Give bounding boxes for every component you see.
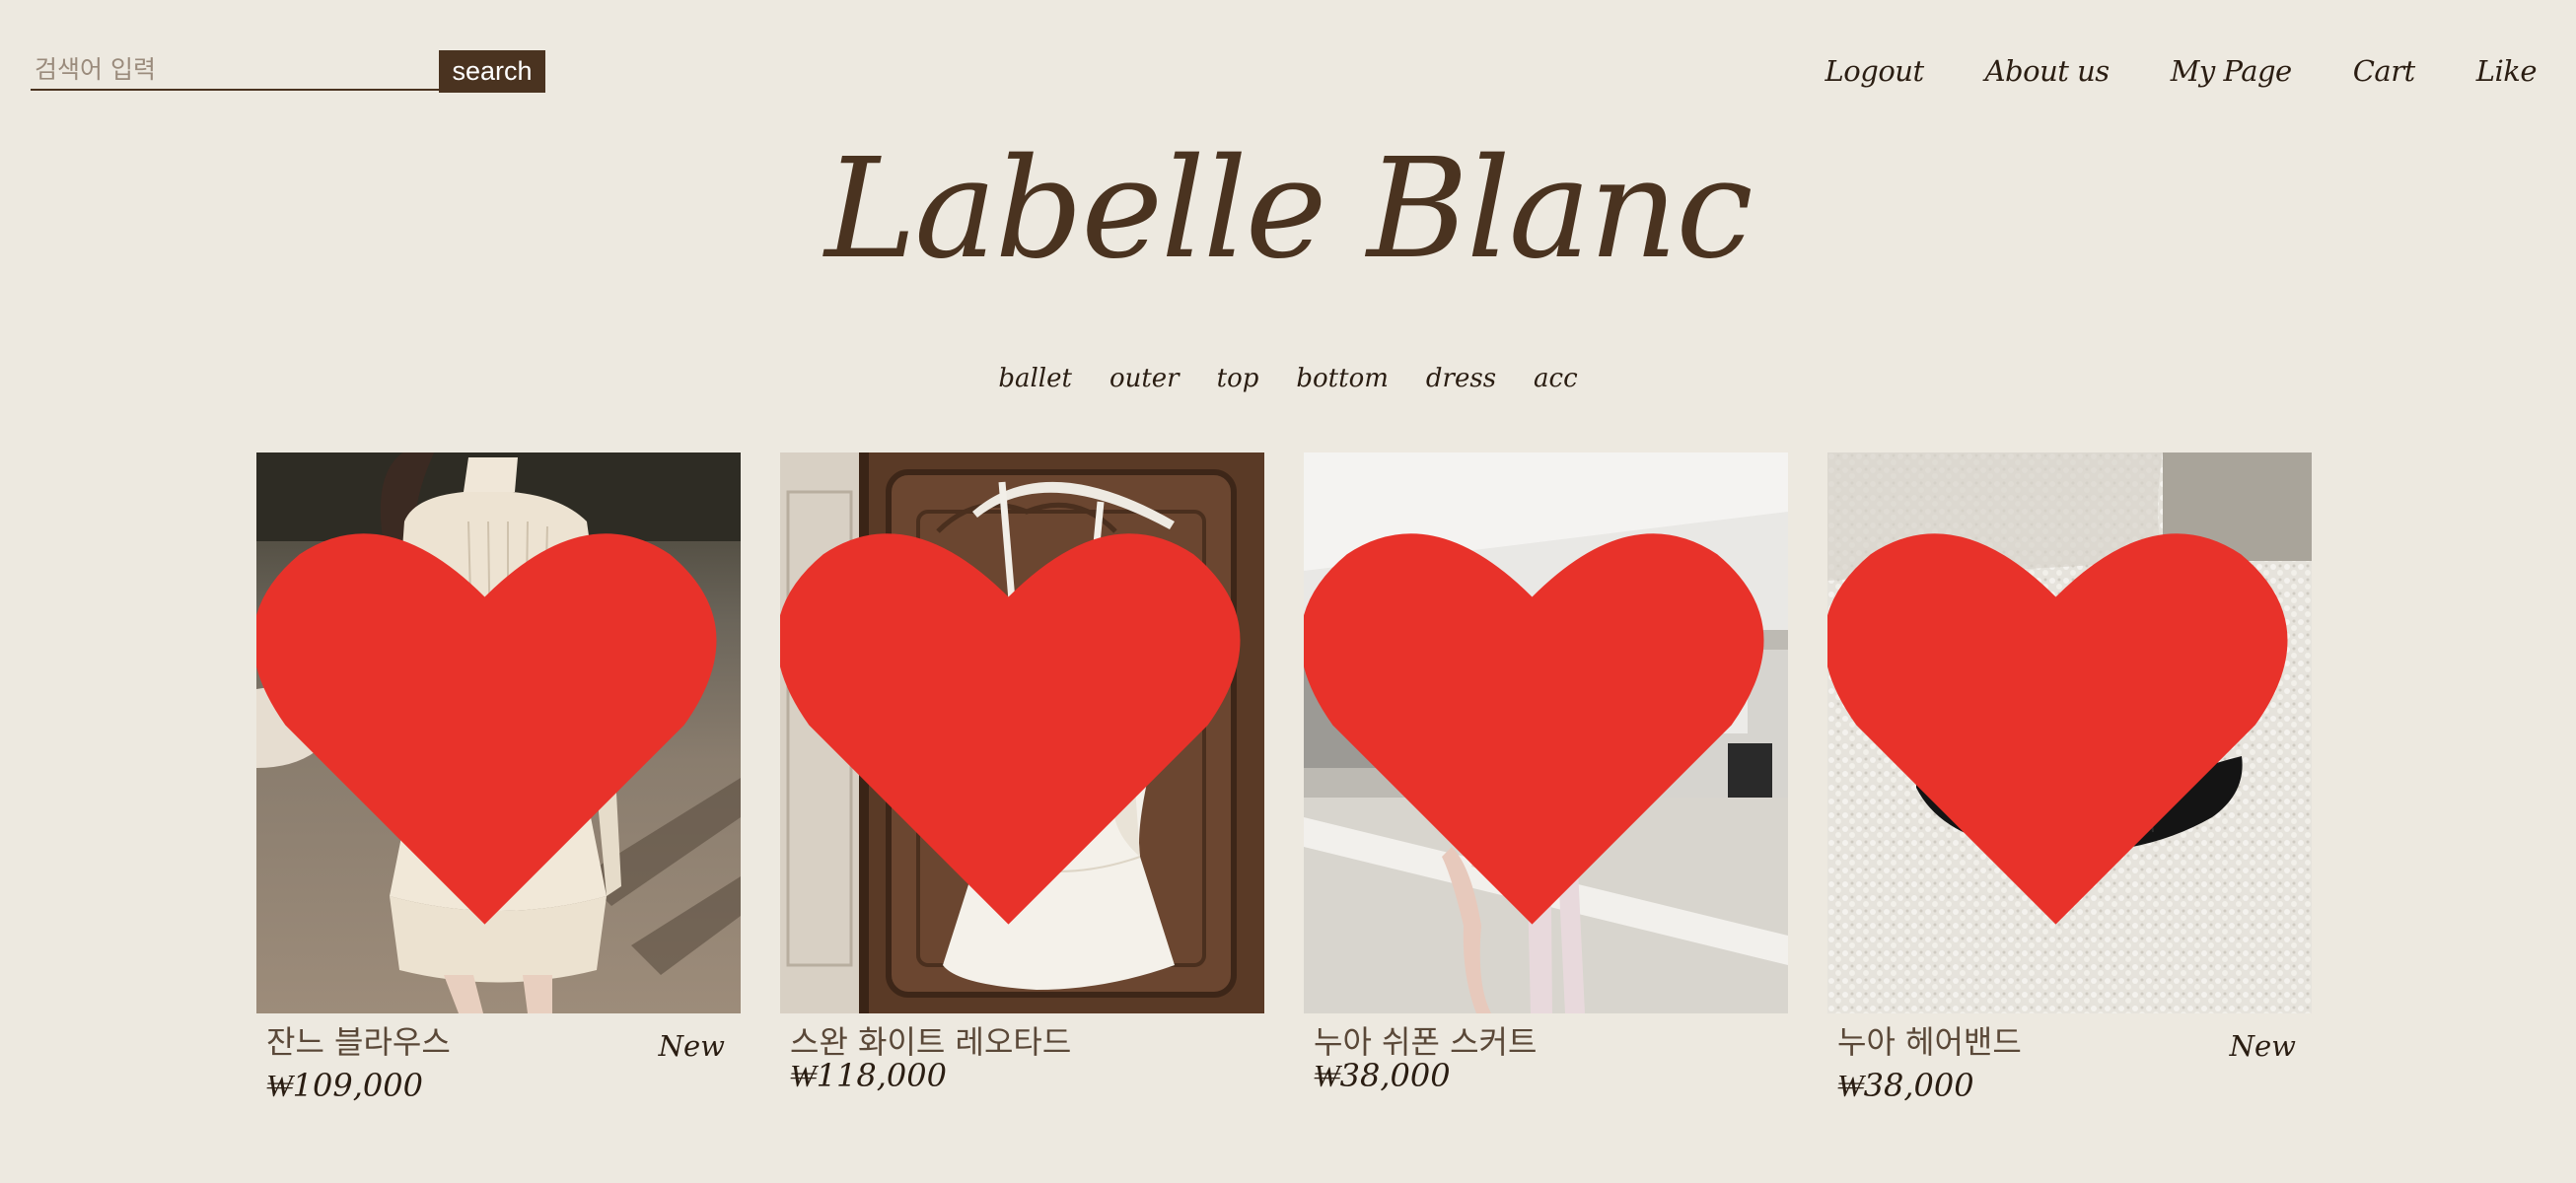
category-acc[interactable]: acc	[1534, 355, 1578, 402]
search-input[interactable]	[31, 50, 440, 91]
category-ballet[interactable]: ballet	[998, 355, 1072, 402]
heart-icon[interactable]	[256, 452, 727, 1006]
category-top[interactable]: top	[1217, 355, 1259, 402]
brand-logo[interactable]: Labelle Blanc	[0, 126, 2576, 294]
cart-link[interactable]: Cart	[2353, 45, 2416, 97]
search-form: search	[31, 50, 545, 93]
new-badge: New	[658, 1029, 725, 1063]
product-card[interactable]: 누아 쉬폰 스커트 ₩38,000	[1304, 452, 1788, 1113]
like-link[interactable]: Like	[2476, 45, 2538, 97]
category-outer[interactable]: outer	[1109, 355, 1180, 402]
category-dress[interactable]: dress	[1426, 355, 1496, 402]
heart-icon[interactable]	[780, 452, 1251, 1006]
product-card[interactable]: 잔느 블라우스 New ₩109,000	[256, 452, 741, 1113]
product-image-skirt[interactable]	[1304, 452, 1788, 1013]
product-price: ₩38,000	[1314, 1057, 1451, 1094]
heart-icon[interactable]	[1304, 452, 1774, 1006]
product-name[interactable]: 누아 헤어밴드	[1837, 1022, 2022, 1062]
product-card[interactable]: 누아 헤어밴드 New ₩38,000	[1827, 452, 2312, 1113]
product-name[interactable]: 잔느 블라우스	[266, 1022, 451, 1062]
about-us-link[interactable]: About us	[1985, 45, 2111, 97]
product-image-blouse[interactable]	[256, 452, 741, 1013]
category-bottom[interactable]: bottom	[1296, 355, 1389, 402]
product-price: ₩118,000	[790, 1057, 947, 1094]
product-card[interactable]: 스완 화이트 레오타드 ₩118,000	[780, 452, 1264, 1113]
top-nav: Logout About us My Page Cart Like	[1825, 45, 2538, 97]
search-button[interactable]: search	[439, 50, 545, 93]
my-page-link[interactable]: My Page	[2171, 45, 2293, 97]
category-nav: ballet outer top bottom dress acc	[0, 355, 2576, 402]
heart-icon[interactable]	[1827, 452, 2298, 1006]
product-image-leotard[interactable]	[780, 452, 1264, 1013]
logout-link[interactable]: Logout	[1825, 45, 1925, 97]
product-price: ₩38,000	[1837, 1067, 1974, 1104]
product-image-headband[interactable]	[1827, 452, 2312, 1013]
product-grid: 잔느 블라우스 New ₩109,000 스완 화이트 레오타드 ₩118,00…	[256, 452, 2312, 1113]
product-price: ₩109,000	[266, 1067, 423, 1104]
new-badge: New	[2229, 1029, 2296, 1063]
